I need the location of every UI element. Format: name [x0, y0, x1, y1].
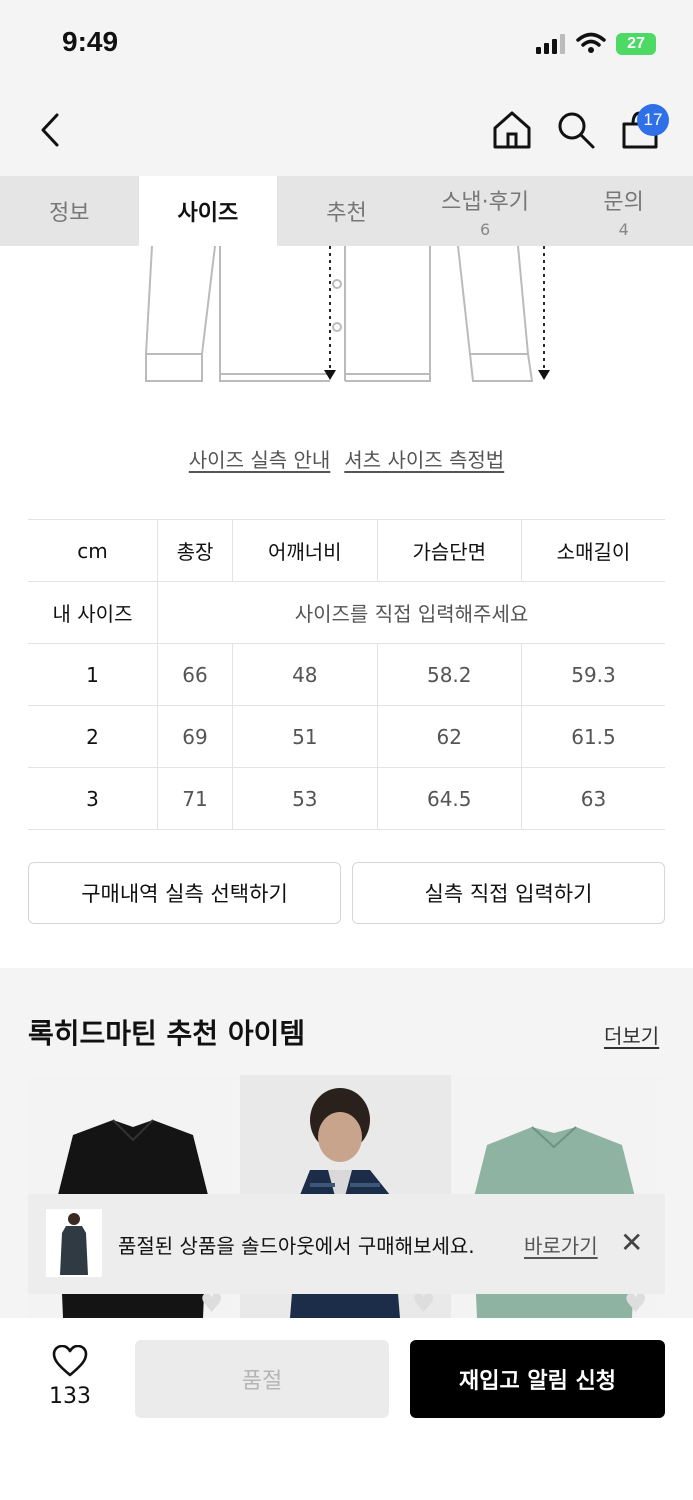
- table-cell: 71: [156, 767, 234, 830]
- restock-alert-button[interactable]: 재입고 알림 신청: [410, 1340, 665, 1418]
- my-size-input[interactable]: 사이즈를 직접 입력해주세요: [157, 581, 665, 644]
- table-header-row: cm 총장 어깨너비 가슴단면 소매길이: [28, 519, 665, 582]
- direct-input-size-button[interactable]: 실측 직접 입력하기: [352, 862, 665, 924]
- table-cell: 61.5: [520, 705, 665, 768]
- like-heart-icon[interactable]: [52, 1345, 88, 1377]
- size-table: cm 총장 어깨너비 가슴단면 소매길이 내 사이즈 사이즈를 직접 입력해주세…: [28, 519, 665, 830]
- size-guide-link[interactable]: 사이즈 실측 안내: [189, 444, 331, 473]
- size-label: 2: [28, 705, 158, 768]
- table-cell: 51: [232, 705, 378, 768]
- table-cell: 62: [376, 705, 522, 768]
- like-count: 133: [49, 1384, 91, 1409]
- size-label: 3: [28, 767, 158, 830]
- table-cell: 58.2: [376, 643, 522, 706]
- my-size-label: 내 사이즈: [28, 581, 158, 644]
- toast-thumbnail-image: [46, 1209, 102, 1277]
- table-row: 3 71 53 64.5 63: [28, 767, 665, 830]
- column-header: 총장: [156, 519, 234, 582]
- tab-snap-review-count: 6: [479, 219, 491, 239]
- my-size-row: 내 사이즈 사이즈를 직접 입력해주세요: [28, 581, 665, 644]
- recommend-title: 록히드마틴 추천 아이템: [28, 1017, 306, 1050]
- toast-message: 품절된 상품을 솔드아웃에서 구매해보세요.: [118, 1234, 475, 1258]
- tab-info[interactable]: 정보: [0, 176, 139, 246]
- more-link[interactable]: 더보기: [604, 1020, 659, 1049]
- cart-count-badge: 17: [637, 104, 669, 136]
- search-icon[interactable]: [556, 110, 596, 150]
- tab-qna[interactable]: 문의 4: [554, 176, 693, 246]
- table-cell: 69: [156, 705, 234, 768]
- table-cell: 64.5: [376, 767, 522, 830]
- toast-product-thumbnail: [46, 1209, 102, 1277]
- table-row: 1 66 48 58.2 59.3: [28, 643, 665, 706]
- table-row: 2 69 51 62 61.5: [28, 705, 665, 768]
- status-time: 9:49: [62, 26, 119, 57]
- table-cell: 63: [520, 767, 665, 830]
- column-header: 가슴단면: [376, 519, 522, 582]
- close-icon[interactable]: ✕: [620, 1226, 643, 1259]
- table-cell: 59.3: [520, 643, 665, 706]
- tab-qna-count: 4: [618, 219, 629, 239]
- back-icon[interactable]: [38, 112, 62, 148]
- table-cell: 66: [156, 643, 234, 706]
- tab-bar: 정보 사이즈 추천 스냅·후기 6 문의 4: [0, 176, 693, 246]
- table-cell: 48: [232, 643, 378, 706]
- table-cell: 53: [232, 767, 378, 830]
- shirt-measure-link[interactable]: 셔츠 사이즈 측정법: [344, 444, 504, 473]
- tab-recommend[interactable]: 추천: [277, 176, 416, 246]
- shirt-measurement-drawing: [144, 246, 550, 382]
- wifi-icon: [576, 32, 606, 53]
- size-label: 1: [28, 643, 158, 706]
- measure-links: 사이즈 실측 안내 셔츠 사이즈 측정법: [0, 444, 693, 473]
- column-header: 어깨너비: [232, 519, 378, 582]
- toast-goto-link[interactable]: 바로가기: [524, 1230, 598, 1259]
- column-header: 소매길이: [520, 519, 665, 582]
- unit-cell: cm: [28, 519, 158, 582]
- tab-snap-review[interactable]: 스냅·후기 6: [416, 176, 555, 246]
- select-purchase-size-button[interactable]: 구매내역 실측 선택하기: [28, 862, 341, 924]
- soldout-button: 품절: [135, 1340, 389, 1418]
- tab-size[interactable]: 사이즈: [138, 176, 278, 246]
- home-icon[interactable]: [492, 110, 532, 150]
- battery-icon: 27: [616, 33, 656, 55]
- signal-icon: [536, 34, 565, 54]
